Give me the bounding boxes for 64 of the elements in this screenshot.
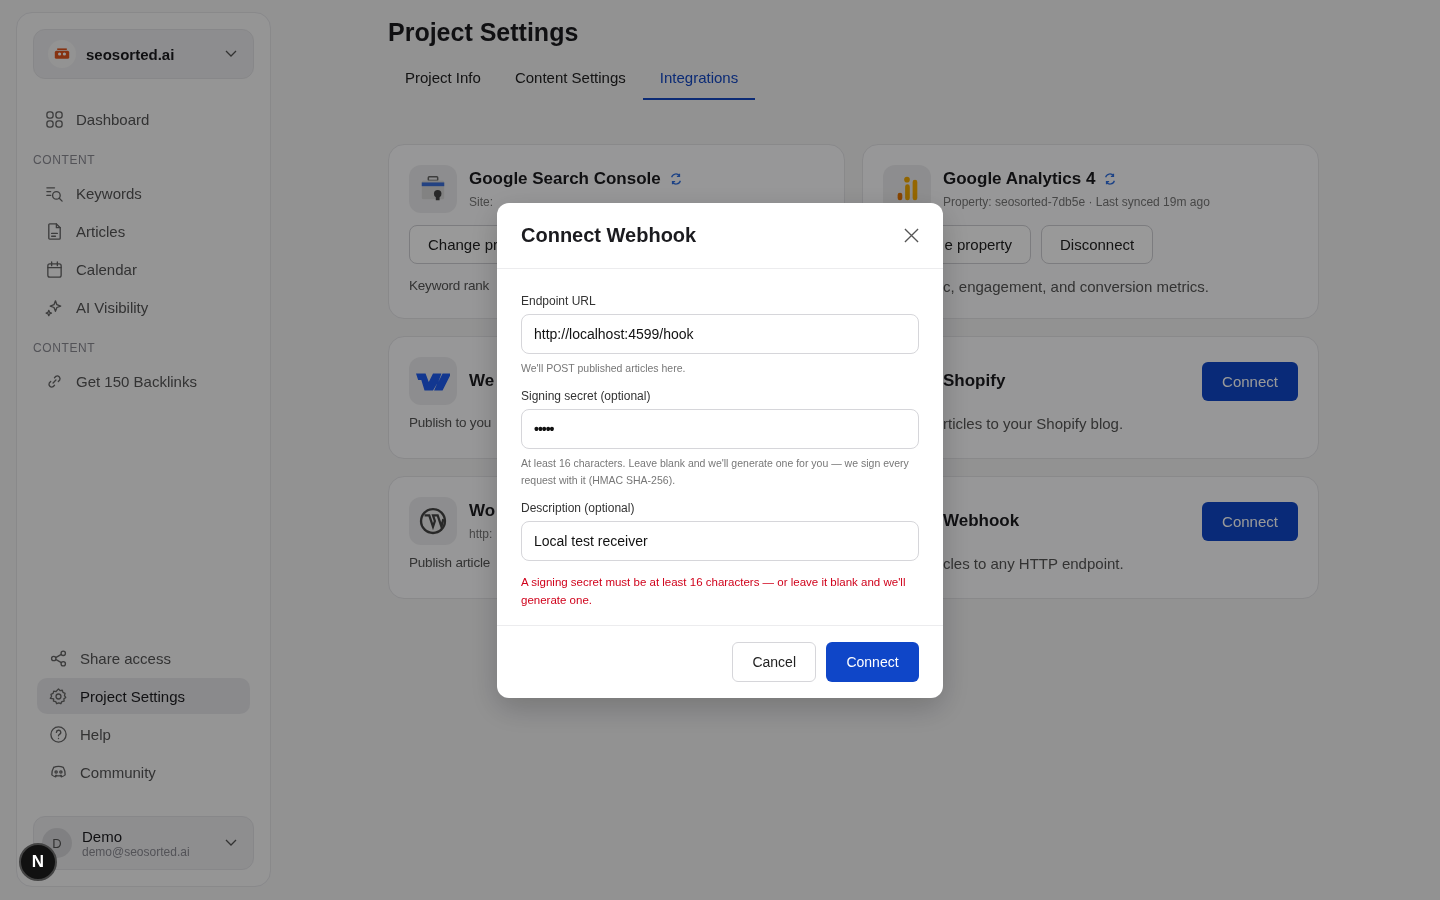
close-icon[interactable]	[904, 227, 919, 243]
field-hint: At least 16 characters. Leave blank and we'll generate one for you — we sign every request with it (HMAC SHA-256).	[521, 455, 910, 488]
toolbox-icon	[409, 165, 457, 213]
connect-button[interactable]: Connect	[826, 641, 919, 682]
integration-name: Google Search Console	[469, 168, 661, 189]
integration-detail: Property: seosorted-7db5e · Last synced 19m ago	[943, 194, 1210, 209]
help-icon	[49, 724, 68, 744]
tab[interactable]: Integrations	[642, 69, 756, 100]
integration-detail: Site:	[469, 194, 493, 209]
nav-item[interactable]: Get 150 Backlinks	[33, 363, 254, 399]
w-logo-icon	[409, 357, 457, 405]
cancel-button[interactable]: Cancel	[732, 641, 816, 682]
nav-item[interactable]: Share access	[37, 640, 250, 676]
integration-name: Shopify	[943, 371, 1006, 391]
sync-icon	[1103, 171, 1118, 186]
nav-item[interactable]: Dashboard	[33, 101, 254, 137]
connect-button[interactable]: Connect	[1202, 361, 1298, 401]
field-label: Description (optional)	[521, 500, 636, 515]
error-message: A signing secret must be at least 16 characters — or leave it blank and we'll generate one.	[521, 574, 907, 608]
field-label: Endpoint URL	[521, 293, 597, 308]
integration-button[interactable]: Disconnect	[1041, 225, 1154, 264]
nav-item[interactable]: AI Visibility	[33, 289, 254, 325]
integration-description: c, engagement, and conversion metrics.	[942, 278, 1209, 295]
share-icon	[49, 648, 68, 668]
user-name: Demo	[82, 827, 123, 845]
wordpress-icon	[409, 497, 457, 545]
chevron-down-icon	[225, 50, 237, 58]
field-hint: We'll POST published articles here.	[521, 360, 687, 376]
integration-name: Webhook	[943, 511, 1020, 531]
user-email: demo@seosorted.ai	[82, 844, 191, 859]
connect-button[interactable]: Connect	[1202, 501, 1298, 541]
nav-item[interactable]: Articles	[33, 213, 254, 249]
tab[interactable]: Content Settings	[497, 69, 643, 100]
integration-description: rticles to your Shopify blog.	[942, 415, 1124, 432]
integration-name: Wo	[469, 500, 496, 521]
nav-item[interactable]: Project Settings	[37, 678, 250, 714]
field-label: Signing secret (optional)	[521, 388, 652, 403]
input-field[interactable]: •••••	[521, 408, 919, 449]
integration-description: Publish to you	[409, 415, 491, 430]
robot-logo-icon	[48, 40, 76, 68]
integration-name: Google Analytics 4	[943, 168, 1096, 189]
grid-icon	[45, 109, 64, 129]
input-field[interactable]: http://localhost:4599/hook	[521, 313, 919, 354]
nav-item[interactable]: Keywords	[33, 175, 254, 211]
section-heading: CONTENT	[33, 341, 97, 355]
calendar-icon	[45, 259, 64, 279]
nav-item[interactable]: Help	[37, 716, 250, 752]
nav-item[interactable]: Community	[37, 754, 250, 790]
chevron-down-icon	[225, 839, 237, 847]
page-title: Project Settings	[388, 18, 580, 47]
sparkles-icon	[45, 297, 64, 317]
project-switcher[interactable]: seosorted.ai	[33, 29, 254, 79]
tab[interactable]: Project Info	[388, 69, 498, 100]
integration-description: cles to any HTTP endpoint.	[942, 555, 1124, 572]
section-heading: CONTENT	[33, 153, 97, 167]
integration-description: Keyword rank	[409, 278, 490, 293]
integration-name: We	[469, 371, 495, 391]
settings-icon	[49, 686, 68, 706]
input-field[interactable]: Local test receiver	[521, 520, 919, 561]
integration-description: Publish article	[409, 555, 491, 570]
integration-detail: http:	[469, 526, 493, 541]
nav-item[interactable]: Calendar	[33, 251, 254, 287]
document-icon	[45, 221, 64, 241]
sync-icon	[668, 171, 683, 186]
